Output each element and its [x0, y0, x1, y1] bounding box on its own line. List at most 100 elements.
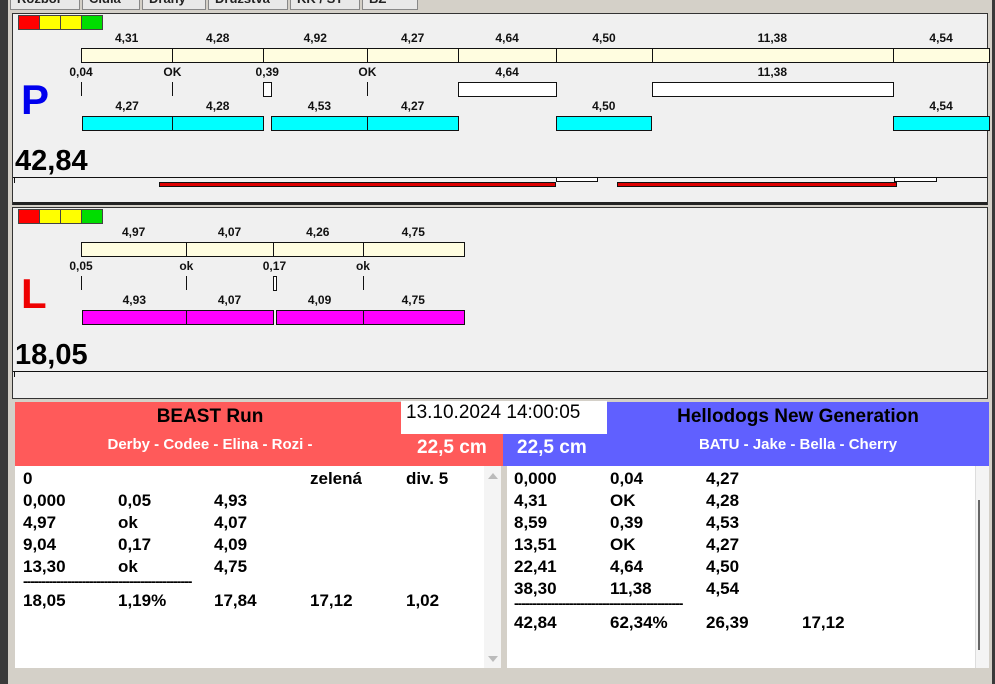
run-label: 4,53 — [307, 99, 332, 113]
timeline-line — [13, 371, 987, 372]
split-label: 4,92 — [303, 31, 327, 45]
summary-cell: 18,05 — [23, 591, 66, 610]
lane-panel-L: L 18,05 4,97 4,07 4,26 4,75 0,05 ok 0,17 ok 4,93 4,… — [12, 207, 988, 399]
panel-divider — [13, 202, 987, 205]
result-cell: 13,51 — [514, 535, 557, 554]
result-cell: 4,31 — [514, 491, 548, 510]
exchange-tick — [367, 82, 369, 96]
timeline-start-tick — [14, 371, 15, 377]
exchange-box — [651, 82, 894, 97]
exchange-label: 4,64 — [495, 65, 519, 79]
exchange-label: 0,04 — [69, 65, 93, 79]
exchange-label: ok — [179, 259, 194, 273]
summary-cell: 1,19% — [118, 591, 167, 610]
timeline-start-tick — [14, 177, 15, 183]
separator: ----------------------------------------… — [23, 573, 192, 589]
run-segment — [367, 116, 459, 131]
right-team-members: BATU - Jake - Bella - Cherry — [698, 436, 898, 453]
result-cell: 4,75 — [214, 557, 248, 576]
right-team-name: Hellodogs New Generation — [677, 406, 919, 427]
split-segment — [892, 48, 991, 63]
exchange-label: 0,39 — [255, 65, 279, 79]
run-segment — [82, 310, 188, 325]
exchange-label: 0,17 — [262, 259, 287, 273]
run-label: 4,28 — [206, 99, 230, 113]
left-team-name: BEAST Run — [156, 406, 264, 427]
tab-1[interactable]: Čidla — [82, 0, 140, 10]
result-cell: OK — [610, 491, 636, 510]
summary-cell: 17,12 — [802, 613, 845, 632]
split-segment — [81, 242, 188, 257]
exchange-label: 0,05 — [69, 259, 93, 273]
split-label: 4,75 — [401, 225, 425, 239]
right-team-results: 0,000 0,04 4,27 4,31 OK 4,28 8,59 0,39 4,53 13,51… — [507, 466, 989, 668]
right-team-height: 22,5 cm — [517, 437, 587, 458]
result-cell: 0,000 — [23, 491, 66, 510]
result-cell: ok — [118, 513, 138, 532]
scroll-thumb[interactable] — [978, 500, 980, 650]
result-cell: 4,27 — [706, 535, 740, 554]
split-label: 4,54 — [929, 31, 953, 45]
scroll-up-icon[interactable] — [488, 473, 498, 479]
split-label: 4,31 — [114, 31, 139, 45]
result-cell: 0 — [23, 469, 33, 488]
result-cell: 4,50 — [706, 557, 740, 576]
result-cell: 4,27 — [706, 469, 740, 488]
split-label: 4,07 — [217, 225, 242, 239]
split-label: 4,50 — [592, 31, 616, 45]
split-segment — [186, 242, 274, 257]
tab-0[interactable]: Rozbor — [10, 0, 80, 10]
light-0 — [18, 209, 40, 224]
tab-5[interactable]: BZ — [362, 0, 418, 10]
exchange-box — [263, 82, 273, 97]
split-segment — [172, 48, 265, 63]
left-team-members: Derby - Codee - Elina - Rozi - — [107, 436, 313, 453]
result-cell: 9,04 — [23, 535, 57, 554]
split-label: 11,38 — [757, 31, 788, 45]
timeline-line — [13, 177, 987, 178]
run-label: 4,27 — [115, 99, 139, 113]
run-segment — [556, 116, 653, 131]
result-cell: 4,93 — [214, 491, 248, 510]
split-label: 4,97 — [121, 225, 146, 239]
scrollbar[interactable] — [484, 466, 501, 668]
summary-cell: 1,02 — [406, 591, 440, 610]
tab-2[interactable]: Dráhy — [142, 0, 206, 10]
exchange-label: ok — [355, 259, 370, 273]
light-3 — [81, 15, 103, 30]
exchange-tick — [362, 276, 364, 290]
run-segment — [172, 116, 265, 131]
summary-cell: 17,84 — [214, 591, 257, 610]
fault-bar — [617, 182, 898, 187]
run-label: 4,27 — [400, 99, 425, 113]
light-1 — [39, 209, 61, 224]
run-label: 4,93 — [122, 293, 146, 307]
result-cell: 4,97 — [23, 513, 57, 532]
result-cell: zelená — [310, 469, 362, 488]
separator: ----------------------------------------… — [514, 595, 683, 611]
split-segment — [362, 242, 465, 257]
split-segment — [272, 242, 364, 257]
scrollbar[interactable] — [975, 466, 989, 668]
result-cell: 4,09 — [214, 535, 248, 554]
result-cell: 0,04 — [610, 469, 644, 488]
lane-total-time: 18,05 — [15, 339, 88, 371]
run-label: 4,07 — [217, 293, 242, 307]
exchange-tick — [81, 82, 82, 96]
run-segment — [186, 310, 274, 325]
exchange-tick — [186, 276, 188, 290]
split-label: 4,26 — [306, 225, 330, 239]
exchange-tick — [81, 276, 82, 290]
split-segment — [263, 48, 369, 63]
left-team-height: 22,5 cm — [417, 437, 487, 458]
tab-3[interactable]: Družstva — [208, 0, 288, 10]
lane-letter: P — [21, 76, 50, 123]
exchange-label: OK — [163, 65, 182, 79]
lane-total-time: 42,84 — [15, 145, 88, 177]
scroll-down-icon[interactable] — [488, 656, 498, 662]
result-cell: 4,07 — [214, 513, 248, 532]
split-segment — [81, 48, 174, 63]
tab-4[interactable]: KK / ST — [290, 0, 360, 10]
summary-cell: 42,84 — [514, 613, 557, 632]
result-cell: 0,17 — [118, 535, 152, 554]
